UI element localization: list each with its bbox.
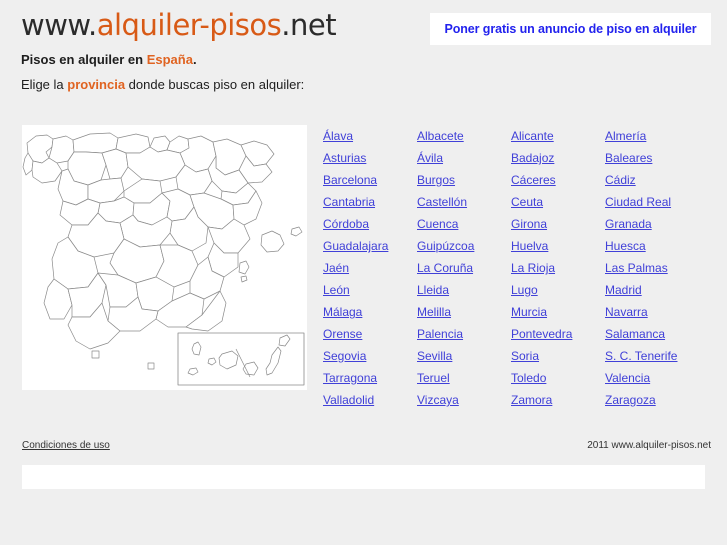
logo-suffix: .net [281, 8, 337, 42]
province-shape-mallorca [260, 230, 285, 253]
province-link-orense[interactable]: Orense [323, 328, 417, 350]
spain-province-map[interactable] [22, 125, 307, 390]
province-shape-ibiza [238, 260, 250, 275]
province-link-cuenca[interactable]: Cuenca [417, 218, 511, 240]
province-link-palencia[interactable]: Palencia [417, 328, 511, 350]
province-link-caceres[interactable]: Cáceres [511, 174, 605, 196]
province-link-tarragona[interactable]: Tarragona [323, 372, 417, 394]
province-link-sc-tenerife[interactable]: S. C. Tenerife [605, 350, 715, 372]
copyright-text: 2011 www.alquiler-pisos.net [587, 440, 711, 451]
province-link-asturias[interactable]: Asturias [323, 152, 417, 174]
logo-brand: alquiler-pisos [96, 8, 282, 42]
subtitle-prefix: Pisos en alquiler en [21, 52, 147, 67]
province-link-huesca[interactable]: Huesca [605, 240, 715, 262]
site-logo: www.alquiler-pisos.net [21, 8, 337, 42]
bottom-ad-slot [22, 465, 705, 489]
province-column-2: Albacete Ávila Burgos Castellón Cuenca G… [417, 130, 511, 416]
instruction-keyword: provincia [67, 77, 126, 92]
province-link-salamanca[interactable]: Salamanca [605, 328, 715, 350]
province-link-ceuta[interactable]: Ceuta [511, 196, 605, 218]
province-shape-palencia [101, 148, 129, 180]
page-header: www.alquiler-pisos.net Poner gratis un a… [0, 0, 727, 60]
province-link-ciudad-real[interactable]: Ciudad Real [605, 196, 715, 218]
province-link-guadalajara[interactable]: Guadalajara [323, 240, 417, 262]
province-link-melilla[interactable]: Melilla [417, 306, 511, 328]
province-link-la-rioja[interactable]: La Rioja [511, 262, 605, 284]
province-link-leon[interactable]: León [323, 284, 417, 306]
province-link-valencia[interactable]: Valencia [605, 372, 715, 394]
province-link-malaga[interactable]: Málaga [323, 306, 417, 328]
province-link-las-palmas[interactable]: Las Palmas [605, 262, 715, 284]
province-link-burgos[interactable]: Burgos [417, 174, 511, 196]
province-link-segovia[interactable]: Segovia [323, 350, 417, 372]
province-link-zaragoza[interactable]: Zaragoza [605, 394, 715, 416]
province-link-granada[interactable]: Granada [605, 218, 715, 240]
page-footer: Condiciones de uso 2011 www.alquiler-pis… [0, 436, 727, 458]
province-link-la-coruna[interactable]: La Coruña [417, 262, 511, 284]
province-link-guipuzcoa[interactable]: Guipúzcoa [417, 240, 511, 262]
spain-map-svg[interactable] [22, 125, 307, 390]
logo-prefix: www. [21, 8, 97, 42]
province-link-jaen[interactable]: Jaén [323, 262, 417, 284]
province-link-navarra[interactable]: Navarra [605, 306, 715, 328]
province-link-albacete[interactable]: Albacete [417, 130, 511, 152]
page-instruction: Elige la provincia donde buscas piso en … [21, 77, 304, 92]
subtitle-suffix: . [192, 52, 197, 67]
province-link-murcia[interactable]: Murcia [511, 306, 605, 328]
province-link-cadiz[interactable]: Cádiz [605, 174, 715, 196]
province-column-4: Almería Baleares Cádiz Ciudad Real Grana… [605, 130, 715, 416]
province-link-barcelona[interactable]: Barcelona [323, 174, 417, 196]
province-link-soria[interactable]: Soria [511, 350, 605, 372]
province-link-girona[interactable]: Girona [511, 218, 605, 240]
province-link-castellon[interactable]: Castellón [417, 196, 511, 218]
province-shape-ceuta [91, 350, 100, 359]
province-link-alicante[interactable]: Alicante [511, 130, 605, 152]
province-link-badajoz[interactable]: Badajoz [511, 152, 605, 174]
province-shape-menorca [290, 226, 303, 237]
province-link-pontevedra[interactable]: Pontevedra [511, 328, 605, 350]
province-link-sevilla[interactable]: Sevilla [417, 350, 511, 372]
province-link-zamora[interactable]: Zamora [511, 394, 605, 416]
province-link-valladolid[interactable]: Valladolid [323, 394, 417, 416]
province-link-avila[interactable]: Ávila [417, 152, 511, 174]
subtitle-country: España [146, 52, 193, 67]
province-link-toledo[interactable]: Toledo [511, 372, 605, 394]
terms-of-use-link[interactable]: Condiciones de uso [22, 440, 110, 451]
province-column-1: Álava Asturias Barcelona Cantabria Córdo… [323, 130, 417, 416]
province-column-3: Alicante Badajoz Cáceres Ceuta Girona Hu… [511, 130, 605, 416]
instruction-suffix: donde buscas piso en alquiler: [125, 77, 305, 92]
province-link-lugo[interactable]: Lugo [511, 284, 605, 306]
page-subtitle: Pisos en alquiler en España. [21, 52, 197, 67]
province-link-alava[interactable]: Álava [323, 130, 417, 152]
province-link-madrid[interactable]: Madrid [605, 284, 715, 306]
province-shape-melilla [147, 362, 155, 370]
province-link-cantabria[interactable]: Cantabria [323, 196, 417, 218]
instruction-prefix: Elige la [21, 77, 68, 92]
province-link-baleares[interactable]: Baleares [605, 152, 715, 174]
province-link-lleida[interactable]: Lleida [417, 284, 511, 306]
province-link-huelva[interactable]: Huelva [511, 240, 605, 262]
province-link-cordoba[interactable]: Córdoba [323, 218, 417, 240]
promo-banner-link[interactable]: Poner gratis un anuncio de piso en alqui… [445, 22, 697, 36]
promo-banner[interactable]: Poner gratis un anuncio de piso en alqui… [430, 13, 711, 45]
province-link-almeria[interactable]: Almería [605, 130, 715, 152]
province-shape-formentera [240, 275, 248, 283]
province-link-vizcaya[interactable]: Vizcaya [417, 394, 511, 416]
province-link-teruel[interactable]: Teruel [417, 372, 511, 394]
